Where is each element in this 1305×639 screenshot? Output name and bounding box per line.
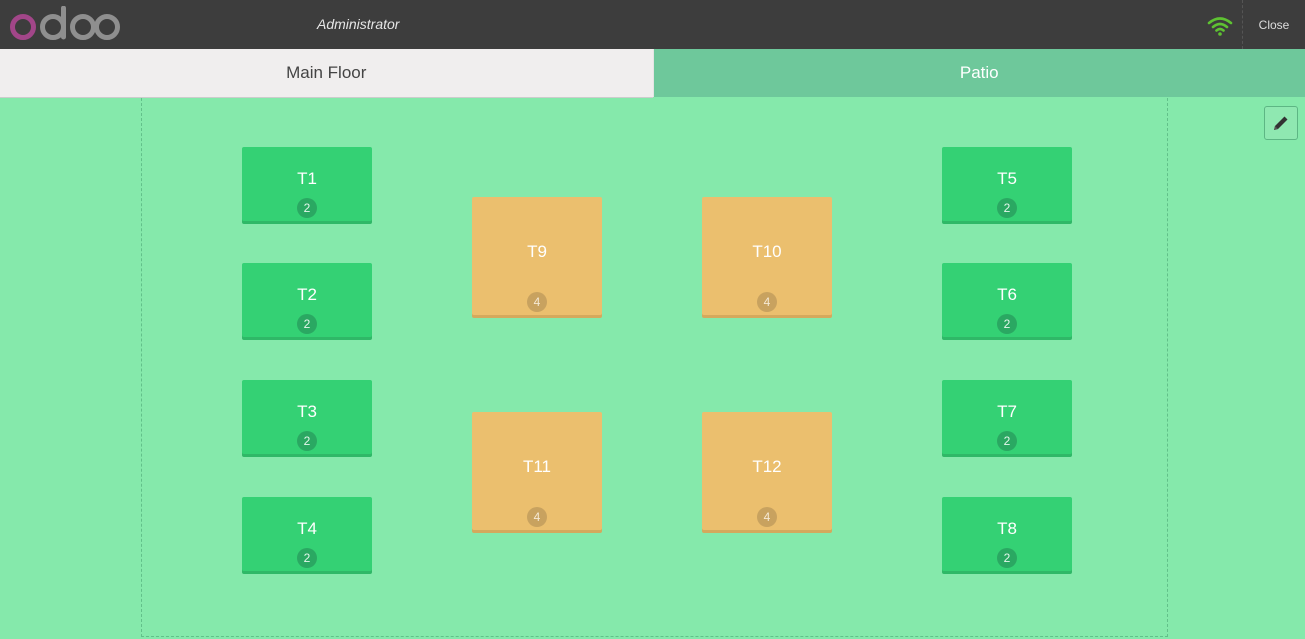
seat-count-badge: 2 (297, 431, 317, 451)
table-t8[interactable]: T8 2 (942, 497, 1072, 571)
table-t7[interactable]: T7 2 (942, 380, 1072, 454)
table-name: T11 (522, 457, 552, 476)
table-t1[interactable]: T1 2 (242, 147, 372, 221)
tab-main-floor[interactable]: Main Floor (0, 49, 653, 98)
seat-count-badge: 4 (757, 292, 777, 312)
tab-patio[interactable]: Patio (652, 49, 1305, 97)
seat-count-badge: 2 (297, 314, 317, 334)
edit-floor-button[interactable] (1264, 106, 1298, 140)
table-t10[interactable]: T10 4 (702, 197, 832, 315)
seat-count-badge: 4 (757, 507, 777, 527)
table-t4[interactable]: T4 2 (242, 497, 372, 571)
username-label: Administrator (317, 16, 400, 32)
table-t5[interactable]: T5 2 (942, 147, 1072, 221)
table-name: T7 (997, 402, 1017, 421)
table-t9[interactable]: T9 4 (472, 197, 602, 315)
table-name: T5 (997, 169, 1017, 188)
close-button[interactable]: Close (1243, 0, 1305, 49)
table-t12[interactable]: T12 4 (702, 412, 832, 530)
seat-count-badge: 4 (527, 292, 547, 312)
seat-count-badge: 2 (997, 198, 1017, 218)
table-name: T8 (997, 519, 1017, 538)
table-name: T6 (997, 285, 1017, 304)
table-name: T4 (297, 519, 317, 538)
floor-plan: T1 2 T2 2 T3 2 T4 2 T5 2 T6 2 T7 2 T8 2 … (0, 98, 1305, 639)
table-t2[interactable]: T2 2 (242, 263, 372, 337)
seat-count-badge: 2 (297, 548, 317, 568)
seat-count-badge: 2 (297, 198, 317, 218)
seat-count-badge: 4 (527, 507, 547, 527)
pencil-icon (1274, 116, 1288, 130)
table-t3[interactable]: T3 2 (242, 380, 372, 454)
floor-tabs: Main Floor Patio (0, 49, 1305, 98)
wifi-icon (1207, 17, 1233, 36)
table-name: T10 (752, 242, 782, 261)
table-name: T2 (297, 285, 317, 304)
table-t6[interactable]: T6 2 (942, 263, 1072, 337)
table-name: T1 (297, 169, 317, 188)
table-name: T3 (297, 402, 317, 421)
table-name: T9 (527, 242, 547, 261)
odoo-logo (10, 6, 120, 40)
seat-count-badge: 2 (997, 314, 1017, 334)
table-t11[interactable]: T11 4 (472, 412, 602, 530)
seat-count-badge: 2 (997, 431, 1017, 451)
table-name: T12 (752, 457, 782, 476)
top-bar: Administrator Close (0, 0, 1305, 49)
seat-count-badge: 2 (997, 548, 1017, 568)
